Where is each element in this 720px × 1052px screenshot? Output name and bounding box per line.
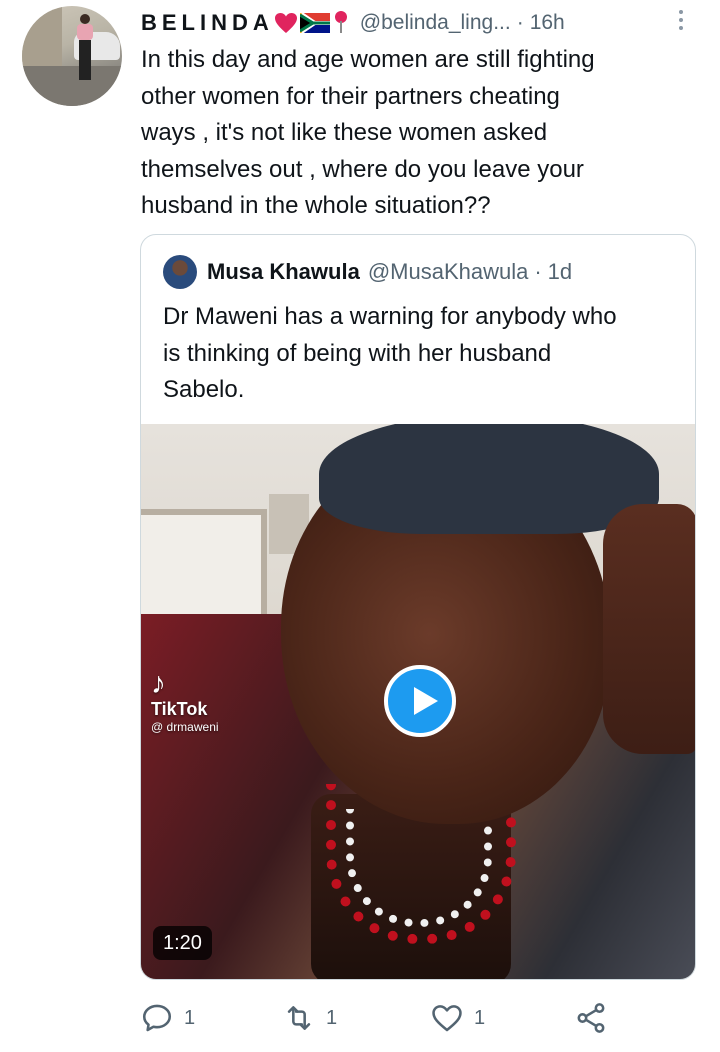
tiktok-logo-icon: ♪ [151,667,166,700]
play-icon[interactable] [384,665,456,737]
retweet-count: 1 [326,1006,338,1029]
author-avatar[interactable] [22,6,122,106]
reply-button[interactable]: 1 [140,994,195,1042]
retweet-icon [287,1006,311,1030]
author-name[interactable]: BELINDA [141,10,274,36]
author-handle[interactable]: @belinda_ling... [360,11,511,35]
tiktok-user: @ drmaweni [151,720,219,734]
video-hand [603,504,695,754]
like-button[interactable]: 1 [430,994,485,1042]
avatar-top [77,24,93,40]
like-count: 1 [474,1006,486,1029]
avatar-legs [79,40,91,80]
tiktok-watermark: ♪ TikTok @ drmaweni [151,667,219,735]
tweet-text: In this day and age women are still figh… [141,46,595,219]
quoted-header-separator: · [534,259,542,284]
avatar-ground [22,66,122,106]
action-bar: 1 1 1 [140,994,620,1042]
quoted-author-handle: @MusaKhawula [367,259,529,284]
red-heart-icon [274,12,298,34]
retweet-button[interactable]: 1 [282,994,337,1042]
quoted-tweet-time: 1d [547,259,573,284]
video-duration: 1:20 [153,926,212,960]
video-headwrap [319,424,659,534]
quoted-author-avatar [163,255,197,289]
quoted-tweet-text: Dr Maweni has a warning for anybody who … [163,303,617,403]
reply-count: 1 [184,1006,196,1029]
heart-icon [432,1005,462,1032]
quoted-tweet[interactable]: Musa Khawula @MusaKhawula · 1d Dr Maweni… [140,234,696,980]
share-icon [577,1003,605,1033]
video-thumbnail[interactable]: ♪ TikTok @ drmaweni 1:20 [141,424,695,979]
tweet-header: BELINDA @belinda_ling... · 16h [141,5,565,41]
reply-icon [142,1004,172,1032]
header-separator: · [516,11,524,34]
avatar-head [80,14,90,24]
south-africa-flag-icon [298,12,331,34]
share-button[interactable] [574,994,618,1042]
round-pushpin-icon [334,11,348,35]
more-options-icon[interactable] [676,8,686,34]
quoted-tweet-header: Musa Khawula @MusaKhawula · 1d [163,255,572,289]
quoted-author-name: Musa Khawula [207,259,360,284]
tweet-time[interactable]: 16h [530,11,565,35]
tiktok-brand: TikTok [151,699,208,719]
